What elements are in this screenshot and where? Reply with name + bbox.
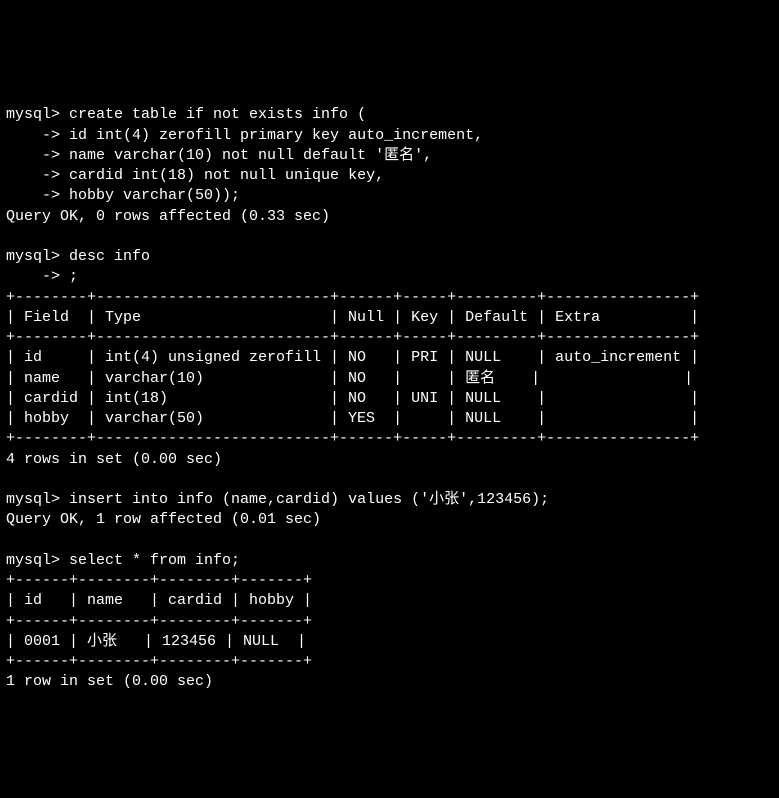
cmd-text: ; [60, 268, 78, 285]
cmd-text: desc info [60, 248, 150, 265]
select-table-row: | 0001 | 小张 | 123456 | NULL | [6, 633, 306, 650]
insert-cmd-line: mysql> insert into info (name,cardid) va… [6, 491, 549, 508]
desc-table-row: | cardid | int(18) | NO | UNI | NULL | | [6, 390, 699, 407]
desc-table-border: +--------+--------------------------+---… [6, 430, 699, 447]
mysql-prompt: mysql> [6, 248, 60, 265]
cmd-text: name varchar(10) not null default '匿名', [60, 147, 432, 164]
mysql-prompt: mysql> [6, 491, 60, 508]
cmd-text: select * from info; [60, 552, 240, 569]
create-table-line5: -> hobby varchar(50)); [6, 187, 240, 204]
create-table-line4: -> cardid int(18) not null unique key, [6, 167, 384, 184]
mysql-prompt: mysql> [6, 552, 60, 569]
create-table-line3: -> name varchar(10) not null default '匿名… [6, 147, 432, 164]
cmd-text: id int(4) zerofill primary key auto_incr… [60, 127, 483, 144]
mysql-prompt: mysql> [6, 106, 60, 123]
select-table-border: +------+--------+--------+-------+ [6, 653, 312, 670]
create-table-line1: mysql> create table if not exists info ( [6, 106, 366, 123]
desc-table-row: | id | int(4) unsigned zerofill | NO | P… [6, 349, 699, 366]
desc-result: 4 rows in set (0.00 sec) [6, 451, 222, 468]
continuation-prompt: -> [6, 167, 60, 184]
desc-semi-line: -> ; [6, 268, 78, 285]
continuation-prompt: -> [6, 268, 60, 285]
desc-table-row: | hobby | varchar(50) | YES | | NULL | | [6, 410, 699, 427]
continuation-prompt: -> [6, 147, 60, 164]
desc-table-row: | name | varchar(10) | NO | | 匿名 | | [6, 370, 693, 387]
select-table-border: +------+--------+--------+-------+ [6, 613, 312, 630]
desc-table-border: +--------+--------------------------+---… [6, 329, 699, 346]
desc-table-header: | Field | Type | Null | Key | Default | … [6, 309, 699, 326]
select-table-border: +------+--------+--------+-------+ [6, 572, 312, 589]
cmd-text: create table if not exists info ( [60, 106, 366, 123]
insert-result: Query OK, 1 row affected (0.01 sec) [6, 511, 321, 528]
create-table-line2: -> id int(4) zerofill primary key auto_i… [6, 127, 483, 144]
create-result: Query OK, 0 rows affected (0.33 sec) [6, 208, 330, 225]
cmd-text: cardid int(18) not null unique key, [60, 167, 384, 184]
desc-table-border: +--------+--------------------------+---… [6, 289, 699, 306]
terminal-output: mysql> create table if not exists info (… [6, 85, 773, 693]
cmd-text: hobby varchar(50)); [60, 187, 240, 204]
select-table-header: | id | name | cardid | hobby | [6, 592, 312, 609]
continuation-prompt: -> [6, 127, 60, 144]
select-result: 1 row in set (0.00 sec) [6, 673, 213, 690]
continuation-prompt: -> [6, 187, 60, 204]
select-cmd-line: mysql> select * from info; [6, 552, 240, 569]
cmd-text: insert into info (name,cardid) values ('… [60, 491, 549, 508]
desc-cmd-line: mysql> desc info [6, 248, 150, 265]
